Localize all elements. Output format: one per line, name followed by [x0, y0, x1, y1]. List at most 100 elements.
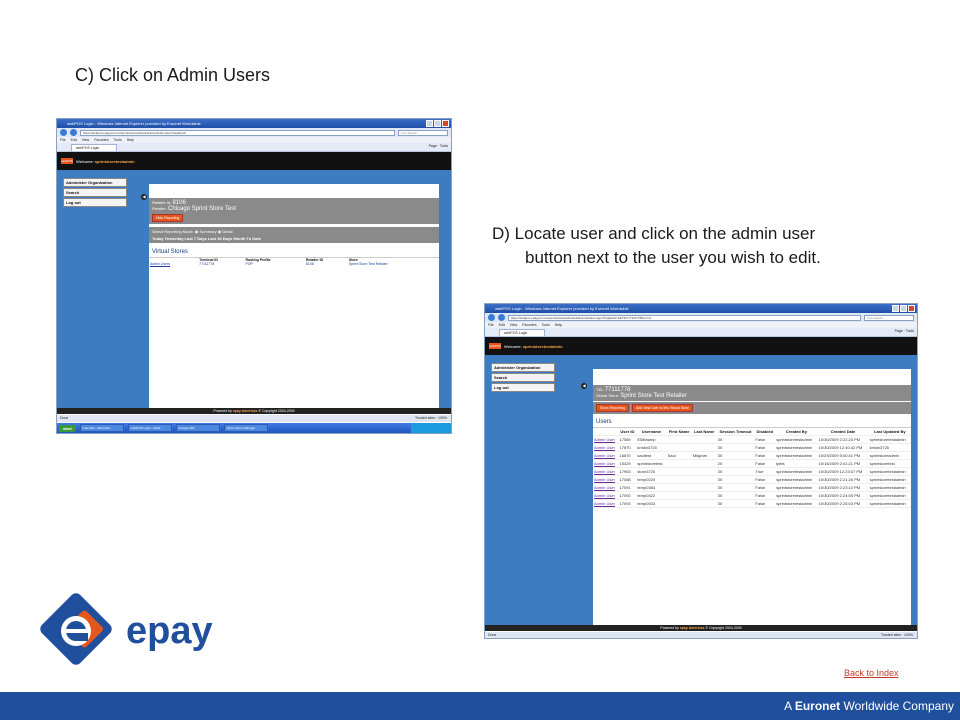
table-row: Admin User 17870 kristin3725 30 False sprin… — [593, 444, 911, 452]
table-row: Admin User 16870 saultest Saul Milgram 30 Fa… — [593, 452, 911, 460]
window-title: webPOS Login - Windows Internet Explorer… — [495, 306, 629, 311]
url-field[interactable]: https://webpos.epaypol.com/sprintstores/… — [80, 129, 395, 136]
collapse-arrow-icon[interactable]: ◀ — [141, 194, 147, 200]
back-arrow-icon[interactable] — [488, 314, 495, 321]
users-table: User ID Username First Name Last Name Sessi… — [593, 428, 911, 508]
welcome-text: Welcome: sprintstoretestadmin — [76, 158, 135, 164]
virtual-store-info: TID: 77111778 Virtual Store: Sprint Stor… — [593, 385, 911, 401]
toolbar-tools[interactable]: Page · Tools — [429, 144, 448, 148]
back-to-index-link[interactable]: Back to Index — [844, 668, 899, 678]
table-row: Admin User 17589 E58thamp 30 False sprintst… — [593, 436, 911, 444]
close-icon[interactable] — [442, 120, 449, 127]
step-c-heading: C) Click on Admin Users — [75, 65, 271, 85]
content-panel: TID: 77111778 Virtual Store: Sprint Stor… — [593, 369, 911, 625]
virtual-stores-title: Virtual Stores — [152, 249, 188, 255]
admin-user-button[interactable]: Admin User — [593, 444, 619, 452]
menu-search[interactable]: Search — [491, 373, 555, 382]
show-reporting-button[interactable]: Show Reporting — [596, 404, 629, 412]
minimize-icon[interactable] — [426, 120, 433, 127]
maximize-icon[interactable] — [434, 120, 441, 127]
table-row: Admin User 17091 temp0384 30 False sprintst… — [593, 484, 911, 492]
welcome-text: Welcome: sprintstoretestadmin — [504, 343, 563, 349]
system-tray — [411, 423, 451, 433]
epay-logo: epay — [40, 593, 213, 665]
search-input[interactable]: Live Search — [864, 314, 914, 321]
users-title: Users — [596, 419, 612, 425]
side-menu: Administer Organization Search Log out — [63, 178, 127, 208]
task-calendar[interactable]: Calendar - Microsoft ... — [79, 424, 124, 432]
hide-reporting-button[interactable]: Hide Reporting — [152, 214, 184, 222]
step-d-line2: button next to the user you wish to edit… — [525, 248, 821, 267]
admin-user-button[interactable]: Admin User — [593, 436, 619, 444]
windows-taskbar: start Calendar - Microsoft ... webPOS Lo… — [57, 423, 451, 433]
tab-bar: webPOS Login Page · Tools — [57, 143, 451, 152]
start-button[interactable]: start — [59, 424, 76, 432]
ie-title-bar: webPOS Login - Windows Internet Explorer… — [485, 304, 917, 313]
tab-webpos-login[interactable]: webPOS Login — [71, 144, 117, 151]
menu-log-out[interactable]: Log out — [491, 383, 555, 392]
side-menu: Administer Organization Search Log out — [491, 363, 555, 393]
app-header: webPOS Welcome: sprintstoretestadmin — [485, 337, 917, 355]
minimize-icon[interactable] — [892, 305, 899, 312]
admin-user-button[interactable]: Admin User — [593, 452, 619, 460]
admin-user-button[interactable]: Admin User — [593, 476, 619, 484]
address-bar: https://webpos.epaypol.com/sprintstores/… — [485, 313, 917, 322]
task-sprint-store[interactable]: Sprint Store Manager... — [223, 424, 268, 432]
app-header: webPOS Welcome: sprintstoretestadmin — [57, 152, 451, 170]
forward-arrow-icon[interactable] — [498, 314, 505, 321]
screenshot-users-list: webPOS Login - Windows Internet Explorer… — [484, 303, 918, 639]
window-title: webPOS Login - Windows Internet Explorer… — [67, 121, 201, 126]
virtual-stores-table: Terminal ID Routing Profile Retailer ID Sto… — [149, 258, 439, 266]
collapse-arrow-icon[interactable]: ◀ — [581, 383, 587, 389]
action-buttons: Show Reporting Add New User to this Virt… — [593, 402, 911, 414]
menu-log-out[interactable]: Log out — [63, 198, 127, 207]
screenshot-admin-users: webPOS Login - Windows Internet Explorer… — [56, 118, 452, 434]
admin-user-button[interactable]: Admin User — [593, 492, 619, 500]
url-field[interactable]: https://webpos.epaypol.com/sprintstores/… — [508, 314, 861, 321]
menu-administer-organization[interactable]: Administer Organization — [63, 178, 127, 187]
admin-user-button[interactable]: Admin User — [593, 460, 619, 468]
close-icon[interactable] — [908, 305, 915, 312]
tab-bar: webPOS Login Page · Tools — [485, 328, 917, 337]
menu-administer-organization[interactable]: Administer Organization — [491, 363, 555, 372]
toolbar-tools[interactable]: Page · Tools — [895, 329, 914, 333]
task-google-talk[interactable]: Google Talk — [175, 424, 220, 432]
webpos-logo: webPOS — [61, 158, 73, 164]
table-row: Admin User 17088 temp0220 30 False sprintst… — [593, 476, 911, 484]
table-header: User ID Username First Name Last Name Sessi… — [593, 428, 911, 436]
step-d-line1: D) Locate user and click on the admin us… — [492, 224, 816, 243]
table-row: Admin User 17092 temp0422 30 False sprintst… — [593, 492, 911, 500]
table-row: Admin User 17963 store3725 30 True sprintst… — [593, 468, 911, 476]
forward-arrow-icon[interactable] — [70, 129, 77, 136]
company-tagline: A Euronet Worldwide Company — [784, 699, 954, 713]
table-row: Admin User 17093 temp0533 30 False sprintst… — [593, 500, 911, 508]
table-row: Admin User 15429 sprintstoretest 20 False t… — [593, 460, 911, 468]
add-user-button[interactable]: Add New User to this Virtual Store — [632, 404, 694, 412]
tab-webpos-login[interactable]: webPOS Login — [499, 329, 545, 336]
content-panel: Retailer Id: 8106 Retailer: Chicago Spri… — [149, 184, 439, 408]
epay-wordmark: epay — [126, 610, 213, 652]
search-input[interactable]: Live Search — [398, 129, 448, 136]
maximize-icon[interactable] — [900, 305, 907, 312]
admin-user-button[interactable]: Admin User — [593, 468, 619, 476]
ie-title-bar: webPOS Login - Windows Internet Explorer… — [57, 119, 451, 128]
retailer-info: Retailer Id: 8106 Retailer: Chicago Spri… — [149, 198, 439, 224]
admin-user-button[interactable]: Admin User — [593, 484, 619, 492]
app-body: Administer Organization Search Log out ◀… — [485, 355, 917, 625]
admin-user-button[interactable]: Admin User — [593, 500, 619, 508]
footer-band: A Euronet Worldwide Company — [0, 692, 960, 720]
task-webpos[interactable]: webPOS Login - Wind... — [127, 424, 172, 432]
app-footer: Powered by epay Americas © Copyright 200… — [57, 408, 451, 414]
status-bar: Done Trusted sites · 100% — [485, 632, 917, 638]
status-bar: Done Trusted sites · 100% — [57, 415, 451, 422]
table-row: Admin Users 77111778 POP 8106 Sprint Store … — [149, 262, 388, 266]
report-period-links[interactable]: Today Yesterday Last 7 Days Last 30 Days… — [152, 236, 436, 241]
back-arrow-icon[interactable] — [60, 129, 67, 136]
admin-users-link[interactable]: Admin Users — [149, 262, 198, 266]
app-footer: Powered by epay Americas © Copyright 200… — [485, 625, 917, 631]
menu-search[interactable]: Search — [63, 188, 127, 197]
reporting-options: Select Reporting Mode: ◉ Summary ◉ Detai… — [149, 227, 439, 243]
webpos-logo: webPOS — [489, 343, 501, 349]
app-body: Administer Organization Search Log out ◀… — [57, 170, 451, 408]
address-bar: https://webpos.epaypol.com/sprintstores/… — [57, 128, 451, 137]
